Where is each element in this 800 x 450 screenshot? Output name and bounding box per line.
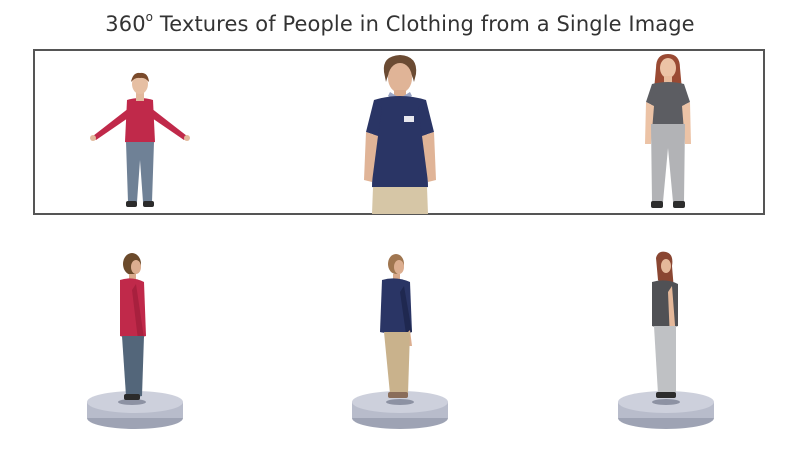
output-figure-grey-tee — [614, 250, 718, 432]
input-figure-woman-tee — [640, 52, 696, 214]
output-figure-navy-polo — [348, 250, 452, 432]
textured-avatar-red-top-graphic — [87, 253, 183, 429]
textured-avatar-navy-polo-graphic — [352, 254, 448, 429]
page-title: 360o Textures of People in Clothing from… — [0, 10, 800, 36]
output-figure-red-top — [80, 250, 190, 432]
input-figure-man-polo — [360, 52, 440, 214]
man-polo-person-graphic — [364, 55, 436, 214]
title-superscript: o — [145, 10, 154, 24]
title-prefix: 360 — [105, 12, 146, 36]
title-suffix: Textures of People in Clothing from a Si… — [153, 12, 695, 36]
a-pose-person-graphic — [90, 72, 190, 207]
textured-avatar-grey-tee-graphic — [618, 251, 714, 429]
woman-tee-person-graphic — [645, 54, 691, 208]
input-figure-a-pose — [85, 70, 195, 215]
